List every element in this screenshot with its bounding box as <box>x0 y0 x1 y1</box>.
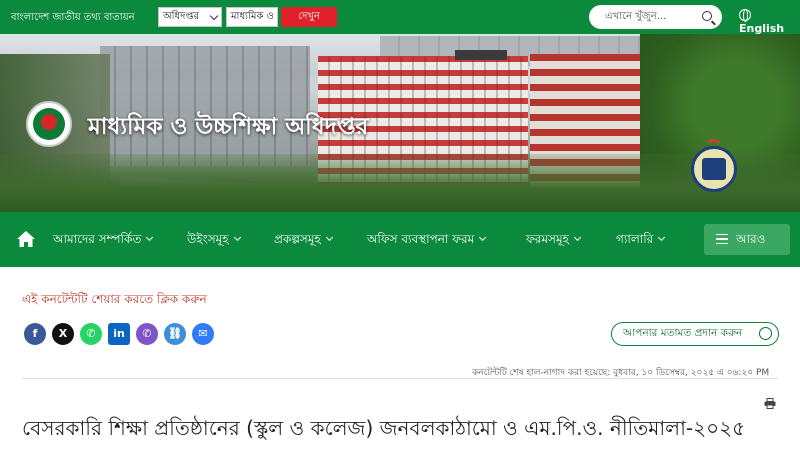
copy-link-glyph: ⛓ <box>168 327 182 340</box>
print-icon[interactable] <box>764 398 776 409</box>
whatsapp-icon[interactable]: ✆ <box>80 323 102 345</box>
feedback-button[interactable]: আপনার মতামত প্রদান করুন <box>611 322 779 346</box>
chevron-down-icon <box>325 233 333 242</box>
facebook-glyph: f <box>32 327 38 340</box>
menu-icon <box>716 234 728 244</box>
x-icon[interactable]: X <box>52 323 74 345</box>
messenger-icon[interactable]: ✉ <box>192 323 214 345</box>
office-value: মাধ্যমিক ও উচ্চ <box>231 11 277 22</box>
top-bar: বাংলাদেশ জাতীয় তথ্য বাতায়ন অধিদপ্তর মা… <box>0 0 800 35</box>
more-menu-button[interactable]: আরও <box>704 224 790 255</box>
banner-building-sign <box>455 50 507 60</box>
directorate-emblem-icon <box>691 139 737 192</box>
more-label: আরও <box>736 232 766 246</box>
office-type-value: অধিদপ্তর <box>163 11 200 22</box>
nav-item-label: উইংসমূহ <box>187 232 229 246</box>
facebook-icon[interactable]: f <box>24 323 46 345</box>
nav-item-label: অফিস ব্যবস্থাপনা ফরম <box>367 232 475 246</box>
chevron-down-icon <box>573 233 581 242</box>
messenger-glyph: ✉ <box>198 327 208 340</box>
nav-item-about[interactable]: আমাদের সম্পর্কিত <box>53 231 154 251</box>
nav-item-wings[interactable]: উইংসমূহ <box>187 231 241 251</box>
nav-item-projects[interactable]: প্রকল্পসমূহ <box>274 231 333 251</box>
nav-item-label: ফরমসমূহ <box>526 232 569 246</box>
chevron-down-icon <box>658 233 666 242</box>
feedback-label: আপনার মতামত প্রদান করুন <box>623 327 743 339</box>
divider <box>22 378 778 379</box>
chat-icon <box>759 327 772 340</box>
main-nav: আমাদের সম্পর্কিত উইংসমূহ প্রকল্পসমূহ অফি… <box>0 212 800 267</box>
banner-building-left <box>100 46 310 166</box>
nav-item-office-forms[interactable]: অফিস ব্যবস্থাপনা ফরম <box>367 231 487 251</box>
nav-item-gallery[interactable]: গ্যালারি <box>616 231 666 251</box>
see-button[interactable]: দেখুন <box>281 7 337 27</box>
x-glyph: X <box>58 327 68 340</box>
search-input[interactable]: এখানে খুঁজুন... <box>589 5 722 29</box>
chevron-down-icon <box>479 233 487 242</box>
globe-icon <box>739 9 751 22</box>
portal-title[interactable]: বাংলাদেশ জাতীয় তথ্য বাতায়ন <box>11 10 135 27</box>
linkedin-icon[interactable]: in <box>108 323 130 345</box>
whatsapp-glyph: ✆ <box>86 327 96 340</box>
office-select[interactable]: মাধ্যমিক ও উচ্চ <box>226 7 278 27</box>
copy-link-icon[interactable]: ⛓ <box>164 323 186 345</box>
government-logo[interactable] <box>26 101 72 147</box>
office-type-select[interactable]: অধিদপ্তর <box>158 7 222 27</box>
search-icon[interactable] <box>702 11 712 21</box>
chevron-down-icon <box>209 11 219 21</box>
home-icon[interactable] <box>16 230 36 248</box>
nav-item-label: আমাদের সম্পর্কিত <box>53 232 142 246</box>
page-heading: বেসরকারি শিক্ষা প্রতিষ্ঠানের (স্কুল ও কল… <box>22 416 746 440</box>
share-label: এই কনটেন্টটি শেয়ার করতে ক্লিক করুন <box>22 292 207 306</box>
banner-trees-bottom <box>0 154 800 212</box>
chevron-down-icon <box>146 233 154 242</box>
search-placeholder: এখানে খুঁজুন... <box>605 11 667 22</box>
nav-item-forms[interactable]: ফরমসমূহ <box>526 231 581 251</box>
viber-glyph: ✆ <box>142 327 152 340</box>
linkedin-glyph: in <box>113 327 125 340</box>
nav-item-label: প্রকল্পসমূহ <box>274 232 321 246</box>
chevron-down-icon <box>233 233 241 242</box>
site-title[interactable]: মাধ্যমিক ও উচ্চশিক্ষা অধিদপ্তর <box>88 108 368 147</box>
viber-icon[interactable]: ✆ <box>136 323 158 345</box>
language-toggle[interactable]: English <box>739 9 800 35</box>
nav-item-label: গ্যালারি <box>616 232 654 246</box>
